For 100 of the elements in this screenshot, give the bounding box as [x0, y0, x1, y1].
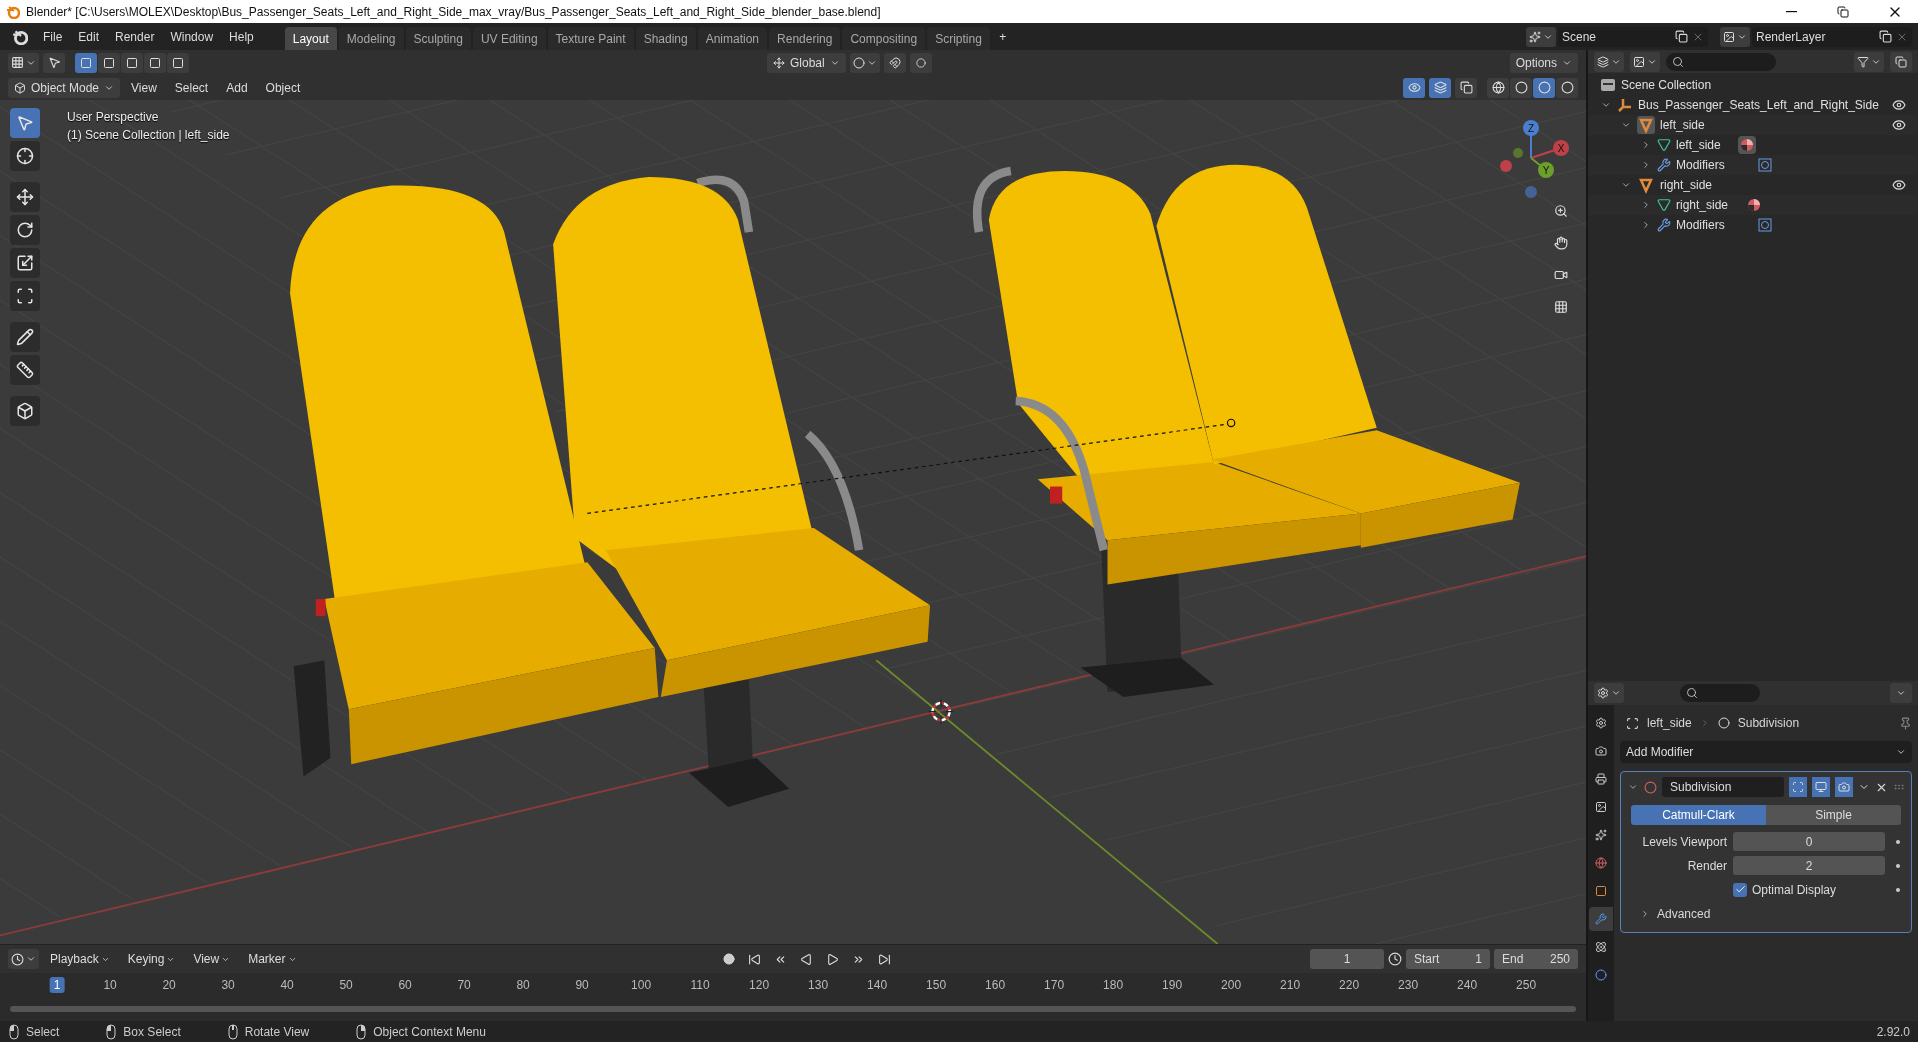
menu-item[interactable]: Marker: [241, 949, 304, 969]
workspace-tab[interactable]: Compositing: [842, 26, 926, 51]
copy-icon: [1895, 55, 1907, 68]
blender-logo-icon[interactable]: [12, 28, 28, 45]
menu-item[interactable]: Edit: [71, 26, 107, 47]
monitor-toggle[interactable]: [1812, 777, 1830, 797]
mode-dropdown[interactable]: Object Mode: [8, 77, 121, 98]
transform-tool-button[interactable]: [10, 281, 40, 311]
options-dropdown[interactable]: Options: [1509, 52, 1578, 73]
subdivision-type-button[interactable]: Simple: [1766, 805, 1901, 825]
view-layer-selector[interactable]: RenderLayer: [1752, 26, 1912, 47]
end-frame-field[interactable]: End 250: [1494, 949, 1578, 969]
outliner-item-label[interactable]: Bus_Passenger_Seats_Left_and_Right_Side: [1638, 98, 1879, 112]
menu-item[interactable]: File: [36, 26, 70, 47]
keyframe-dot[interactable]: [1896, 839, 1900, 844]
keyframe-dot[interactable]: [1896, 863, 1900, 868]
add-modifier-dropdown[interactable]: Add Modifier: [1620, 741, 1912, 763]
eye-icon[interactable]: [1892, 118, 1906, 132]
navigation-gizmo[interactable]: Z X Y: [1486, 110, 1576, 200]
gizmo-toggle[interactable]: [1403, 77, 1425, 98]
frame-number: 230: [1397, 977, 1420, 993]
number-field[interactable]: 2: [1733, 856, 1885, 875]
cursor-tool-button[interactable]: [10, 141, 40, 171]
wireframe-sphere-button[interactable]: [1487, 77, 1509, 98]
select-tool-button[interactable]: [10, 108, 40, 138]
outliner-item-label[interactable]: left_side: [1676, 138, 1721, 152]
pin-icon[interactable]: [1899, 716, 1912, 730]
rendered-sphere-button[interactable]: [1556, 77, 1578, 98]
overlay-toggle[interactable]: [1429, 77, 1451, 98]
menu-item[interactable]: View: [186, 949, 238, 969]
outliner-item-label[interactable]: Modifiers: [1676, 218, 1725, 232]
search-field[interactable]: [1680, 684, 1760, 702]
outliner-item-label[interactable]: right_side: [1660, 178, 1713, 192]
outliner-item-label[interactable]: left_side: [1660, 118, 1705, 132]
selection-mode-button[interactable]: [98, 52, 120, 73]
scene-type-button[interactable]: [1526, 26, 1556, 47]
keyframe-dot[interactable]: [1896, 887, 1900, 892]
solid-sphere-button[interactable]: [1510, 77, 1532, 98]
scale-tool-button[interactable]: [10, 248, 40, 278]
editor-type-button[interactable]: [8, 52, 39, 73]
new-collection-button[interactable]: [1890, 51, 1912, 72]
filter-mode-button[interactable]: [1630, 51, 1660, 72]
workspace-tab[interactable]: Texture Paint: [547, 26, 634, 51]
material-sphere-button[interactable]: [1533, 77, 1555, 98]
eye-icon[interactable]: [1892, 178, 1906, 192]
number-field[interactable]: 0: [1733, 832, 1885, 851]
editor-type-button[interactable]: [1594, 683, 1624, 703]
workspace-tab[interactable]: Rendering: [769, 26, 841, 51]
menu-item[interactable]: Window: [163, 26, 221, 47]
outliner-item-label[interactable]: right_side: [1676, 198, 1729, 212]
workspace-tab[interactable]: Layout: [284, 26, 337, 51]
subpanel-header[interactable]: Advanced: [1657, 907, 1711, 921]
menu-item[interactable]: Playback: [43, 949, 117, 969]
subdivision-type-button[interactable]: Catmull-Clark: [1631, 805, 1766, 825]
proportional-edit-button[interactable]: [909, 52, 932, 73]
scene-selector[interactable]: Scene: [1558, 26, 1708, 47]
editor-type-button[interactable]: [8, 949, 39, 969]
camera-toggle[interactable]: [1835, 777, 1853, 797]
workspace-tab[interactable]: Sculpting: [405, 26, 471, 51]
pivot-button[interactable]: [849, 52, 880, 73]
selection-mode-button[interactable]: [121, 52, 143, 73]
workspace-tab[interactable]: Animation: [697, 26, 768, 51]
drag-handle-icon[interactable]: [1893, 781, 1905, 793]
move-tool-button[interactable]: [10, 182, 40, 212]
workspace-tab[interactable]: Scripting: [927, 26, 990, 51]
modifier-name-field[interactable]: Subdivision: [1662, 777, 1784, 797]
workspace-tab[interactable]: UV Editing: [472, 26, 546, 51]
snap-button[interactable]: [883, 52, 906, 73]
optimal-display-checkbox[interactable]: Optimal Display: [1733, 882, 1885, 897]
tool-button[interactable]: [43, 52, 65, 73]
menu-item[interactable]: Help: [222, 26, 261, 47]
outliner-item-label[interactable]: Modifiers: [1676, 158, 1725, 172]
filter-button[interactable]: [1854, 51, 1884, 72]
eye-icon[interactable]: [1892, 98, 1906, 112]
add-workspace-button[interactable]: +: [991, 26, 1014, 47]
outliner-item-label[interactable]: Scene Collection: [1621, 78, 1712, 92]
menu-item[interactable]: Add: [219, 77, 255, 98]
orientation-dropdown[interactable]: Global: [767, 52, 846, 73]
workspace-tab[interactable]: Shading: [635, 26, 696, 51]
menu-item[interactable]: View: [124, 77, 164, 98]
rotate-tool-button[interactable]: [10, 215, 40, 245]
selection-mode-button[interactable]: [144, 52, 166, 73]
display-mode-button[interactable]: [1594, 51, 1624, 72]
menu-item[interactable]: Keying: [120, 949, 183, 969]
menu-item[interactable]: Render: [108, 26, 162, 47]
workspace-tab[interactable]: Modeling: [338, 26, 404, 51]
selection-mode-button[interactable]: [167, 52, 189, 73]
menu-item[interactable]: Object: [258, 77, 308, 98]
add-cube-tool-button[interactable]: [10, 396, 40, 426]
start-frame-field[interactable]: Start 1: [1406, 949, 1490, 969]
annotate-tool-button[interactable]: [10, 322, 40, 352]
selection-mode-button[interactable]: [75, 52, 97, 73]
current-frame-field[interactable]: 1: [1310, 949, 1384, 969]
edit-mode-toggle[interactable]: [1789, 777, 1807, 797]
search-field[interactable]: [1666, 52, 1776, 71]
xray-toggle[interactable]: [1455, 77, 1477, 98]
menu-item[interactable]: Select: [167, 77, 216, 98]
view-layer-type-button[interactable]: [1720, 26, 1750, 47]
timeline-scrollbar[interactable]: [10, 1006, 1576, 1012]
measure-tool-button[interactable]: [10, 355, 40, 385]
